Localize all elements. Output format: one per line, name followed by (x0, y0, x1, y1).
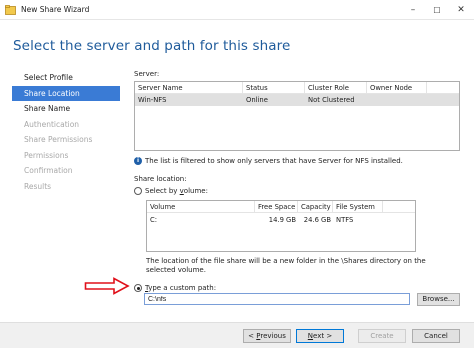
column-owner-node[interactable]: Owner Node (367, 82, 427, 94)
server-row[interactable]: Win-NFS Online Not Clustered (135, 94, 459, 106)
close-icon: ✕ (457, 5, 465, 15)
maximize-button[interactable]: ☐ (426, 0, 448, 20)
column-capacity[interactable]: Capacity (298, 201, 333, 213)
nav-item-authentication: Authentication (24, 119, 80, 129)
custom-path-input[interactable] (144, 293, 410, 305)
minimize-button[interactable]: – (402, 0, 424, 20)
server-cluster-role-cell: Not Clustered (308, 96, 355, 104)
window-title: New Share Wizard (21, 5, 90, 14)
volume-cell: C: (150, 216, 158, 224)
free-space-cell: 14.9 GB (268, 216, 296, 224)
server-list-header: Server Name Status Cluster Role Owner No… (135, 82, 459, 94)
cancel-button[interactable]: Cancel (412, 329, 460, 343)
maximize-icon: ☐ (433, 5, 441, 15)
column-status[interactable]: Status (243, 82, 305, 94)
share-location-note: The location of the file share will be a… (146, 257, 426, 274)
select-by-volume-radio[interactable] (134, 187, 142, 195)
nav-item-results: Results (24, 181, 52, 191)
column-server-name[interactable]: Server Name (135, 82, 243, 94)
server-owner-node-cell (367, 94, 370, 106)
server-status-cell: Online (246, 96, 268, 104)
previous-button[interactable]: < Previous (243, 329, 291, 343)
info-icon: i (134, 157, 142, 165)
wizard-app-icon (5, 5, 16, 15)
column-file-system[interactable]: File System (333, 201, 383, 213)
column-volume[interactable]: Volume (147, 201, 255, 213)
file-system-cell: NTFS (336, 216, 354, 224)
volume-list-header: Volume Free Space Capacity File System (147, 201, 415, 213)
server-list[interactable]: Server Name Status Cluster Role Owner No… (134, 81, 460, 151)
nav-item-permissions: Permissions (24, 150, 69, 160)
next-button[interactable]: Next > (296, 329, 344, 343)
red-arrow-annotation-icon (84, 277, 130, 295)
nav-item-share-permissions: Share Permissions (24, 135, 93, 144)
server-label: Server: (134, 70, 160, 78)
select-by-volume-label[interactable]: Select by volume: (145, 187, 208, 195)
create-button: Create (358, 329, 406, 343)
minimize-icon: – (410, 5, 416, 15)
column-free-space[interactable]: Free Space (255, 201, 298, 213)
server-name-cell: Win-NFS (138, 96, 167, 104)
browse-button[interactable]: Browse... (417, 293, 460, 306)
nav-item-share-location[interactable]: Share Location (12, 85, 120, 101)
title-bar: New Share Wizard – ☐ ✕ (0, 0, 474, 20)
volume-list[interactable]: Volume Free Space Capacity File System C… (146, 200, 416, 252)
column-cluster-role[interactable]: Cluster Role (305, 82, 367, 94)
share-location-label: Share location: (134, 175, 187, 183)
capacity-cell: 24.6 GB (303, 216, 331, 224)
custom-path-radio[interactable] (134, 284, 142, 292)
close-button[interactable]: ✕ (450, 0, 472, 20)
nav-item-confirmation: Confirmation (24, 166, 73, 175)
server-filter-info: The list is filtered to show only server… (145, 157, 403, 165)
custom-path-label[interactable]: Type a custom path: (145, 284, 216, 292)
nav-item-share-name[interactable]: Share Name (12, 101, 120, 117)
wizard-footer: < Previous Next > Create Cancel (0, 322, 474, 348)
volume-row[interactable]: C: 14.9 GB 24.6 GB NTFS (147, 214, 415, 226)
page-title: Select the server and path for this shar… (13, 38, 291, 54)
wizard-nav: Select Profile Share Location Share Name… (12, 70, 120, 194)
nav-item-select-profile[interactable]: Select Profile (12, 70, 120, 86)
